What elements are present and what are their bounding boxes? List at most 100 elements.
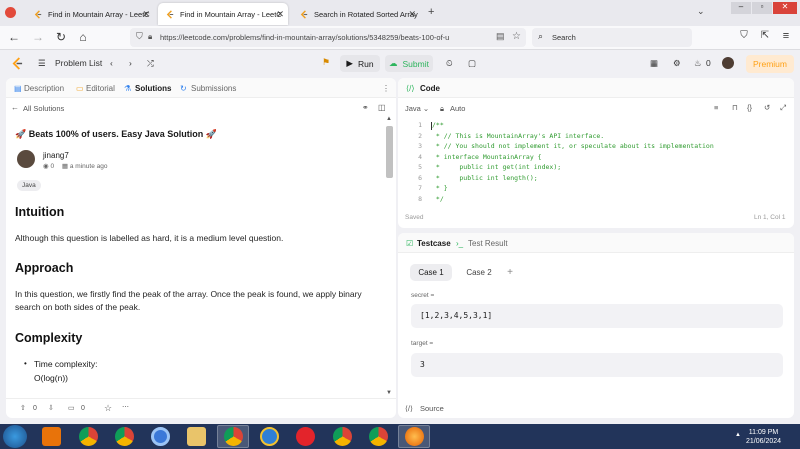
code-text: * // This is MountainArray's API interfa… [432,131,605,140]
braces-icon[interactable]: {} [747,103,752,112]
submit-button[interactable]: ☁ Submit [385,55,433,72]
tab-test-result[interactable]: Test Result [468,239,508,248]
shuffle-icon[interactable]: ⤮ [147,58,154,69]
chrome-icon[interactable] [115,427,134,446]
browser-nav-bar: ← → ↻ ⌂ ⛉ 🔒︎ https://leetcode.com/proble… [0,26,800,50]
run-button[interactable]: ▶ Run [340,55,380,72]
upvote-icon[interactable]: ⇧ [20,404,26,412]
problem-list-link[interactable]: Problem List [55,58,102,68]
code-tab-label[interactable]: Code [420,84,440,93]
browser-tab-bar: Find in Mountain Array - LeetC ✕ Find in… [0,0,800,26]
menu-icon[interactable]: ≡ [778,30,794,42]
reset-icon[interactable]: ↺ [764,103,770,112]
user-avatar[interactable] [722,57,734,69]
firefox-menu-icon[interactable] [5,7,16,18]
minimize-button[interactable]: – [731,2,751,14]
media-player-icon[interactable] [42,427,61,446]
code-text: * public int get(int index); [432,163,562,171]
back-arrow-icon[interactable]: ← [11,103,19,112]
tab-solutions[interactable]: Solutions [135,84,171,93]
language-tag[interactable]: Java [17,180,41,191]
maximize-button[interactable]: ▫ [752,2,772,14]
share-link-icon[interactable]: ⚭ [362,103,369,112]
scroll-up-icon[interactable]: ▲ [386,116,392,122]
author-name[interactable]: jinang7 [43,151,69,160]
tab-description[interactable]: Description [24,84,64,93]
secret-input[interactable]: [1,2,3,4,5,3,1] [411,304,783,328]
tab-testcase[interactable]: Testcase [417,239,451,248]
tray-expand-icon[interactable]: ▲ [735,432,741,438]
streak-flame-icon[interactable]: ♨ [694,58,702,69]
format-icon[interactable]: ≡ [714,103,718,112]
language-select[interactable]: Java ⌄ [405,104,429,113]
notes-icon[interactable]: ▢ [468,58,476,69]
clock-date: 21/06/2024 [746,438,782,445]
tab-title: Find in Mountain Array - LeetC [48,9,150,19]
search-input[interactable]: ⌕ Search [532,28,692,47]
mode-auto[interactable]: Auto [450,104,465,113]
favorite-star-icon[interactable]: ☆ [104,403,112,414]
browser-tab-2[interactable]: Find in Mountain Array - LeetC ✕ [158,3,288,25]
bookmark-star-icon[interactable]: ☆ [512,31,521,42]
start-button[interactable] [3,425,27,448]
close-tab-icon[interactable]: ✕ [276,9,284,20]
expand-icon[interactable]: ⤢ [780,103,786,113]
home-icon[interactable]: ⌂ [75,30,91,44]
new-tab-button[interactable]: + [428,6,434,18]
next-problem-icon[interactable]: › [129,58,132,68]
premium-button[interactable]: Premium [746,55,794,73]
source-link[interactable]: Source [420,404,444,413]
bookmark-icon[interactable]: ⊓ [732,103,738,112]
tab-submissions[interactable]: Submissions [191,84,236,93]
file-explorer-icon[interactable] [187,427,206,446]
url-bar[interactable]: ⛉ 🔒︎ https://leetcode.com/problems/find-… [130,28,526,47]
opera-icon[interactable] [296,427,315,446]
extensions-icon[interactable]: ⇱ [757,30,773,41]
debug-icon[interactable]: ⚑ [322,57,330,68]
more-options-icon[interactable]: ⋯ [122,403,129,411]
cloud-upload-icon: ☁ [389,58,398,68]
leetcode-logo-icon[interactable] [12,57,23,70]
code-editor[interactable]: 1 /** 2 * // This is MountainArray's API … [398,120,794,205]
chrome-icon[interactable] [224,427,243,446]
all-solutions-link[interactable]: All Solutions [23,104,64,113]
chrome-icon[interactable] [369,427,388,446]
split-view-icon[interactable]: ◫ [378,103,386,112]
reload-icon[interactable]: ↻ [53,30,69,44]
problem-list-icon[interactable]: ☰ [38,58,46,69]
author-avatar[interactable] [17,150,35,168]
add-case-plus-icon[interactable]: + [502,264,518,281]
prev-problem-icon[interactable]: ‹ [110,58,113,68]
timer-icon[interactable]: ⏲ [446,58,453,69]
panel-more-icon[interactable]: ⋮ [382,84,390,93]
browser-blue-icon[interactable] [151,427,170,446]
firefox-icon[interactable] [405,427,424,446]
section-heading-intuition: Intuition [15,205,65,219]
system-clock[interactable]: 11:09 PM 21/06/2024 [746,428,781,446]
tab-list-chevron-icon[interactable]: ⌄ [697,6,705,17]
forward-icon[interactable]: → [30,30,46,44]
case-2-button[interactable]: Case 2 [458,264,500,281]
chrome-icon[interactable] [333,427,352,446]
pocket-icon[interactable]: ⛉ [736,30,752,41]
settings-gear-icon[interactable]: ⚙ [673,58,681,69]
close-window-button[interactable]: ✕ [773,2,797,14]
scrollbar-thumb[interactable] [386,126,393,178]
chrome-icon[interactable] [79,427,98,446]
browser-tab-1[interactable]: Find in Mountain Array - LeetC ✕ [26,3,154,25]
reader-view-icon[interactable]: ▤ [496,31,505,42]
scroll-down-icon[interactable]: ▼ [386,390,392,396]
case-label: Case 2 [466,268,492,277]
downvote-icon[interactable]: ⇩ [48,404,54,412]
back-icon[interactable]: ← [6,30,22,44]
case-1-button[interactable]: Case 1 [410,264,452,281]
close-tab-icon[interactable]: ✕ [408,9,416,20]
comment-icon[interactable]: ▭ [68,404,75,412]
layout-grid-icon[interactable]: ▦ [650,58,658,69]
internet-explorer-icon[interactable] [260,427,279,446]
code-text: * public int length(); [432,173,538,182]
browser-tab-3[interactable]: Search in Rotated Sorted Array ✕ [292,3,420,25]
target-input[interactable]: 3 [411,353,783,377]
tab-editorial[interactable]: Editorial [86,84,115,93]
close-tab-icon[interactable]: ✕ [142,9,150,20]
